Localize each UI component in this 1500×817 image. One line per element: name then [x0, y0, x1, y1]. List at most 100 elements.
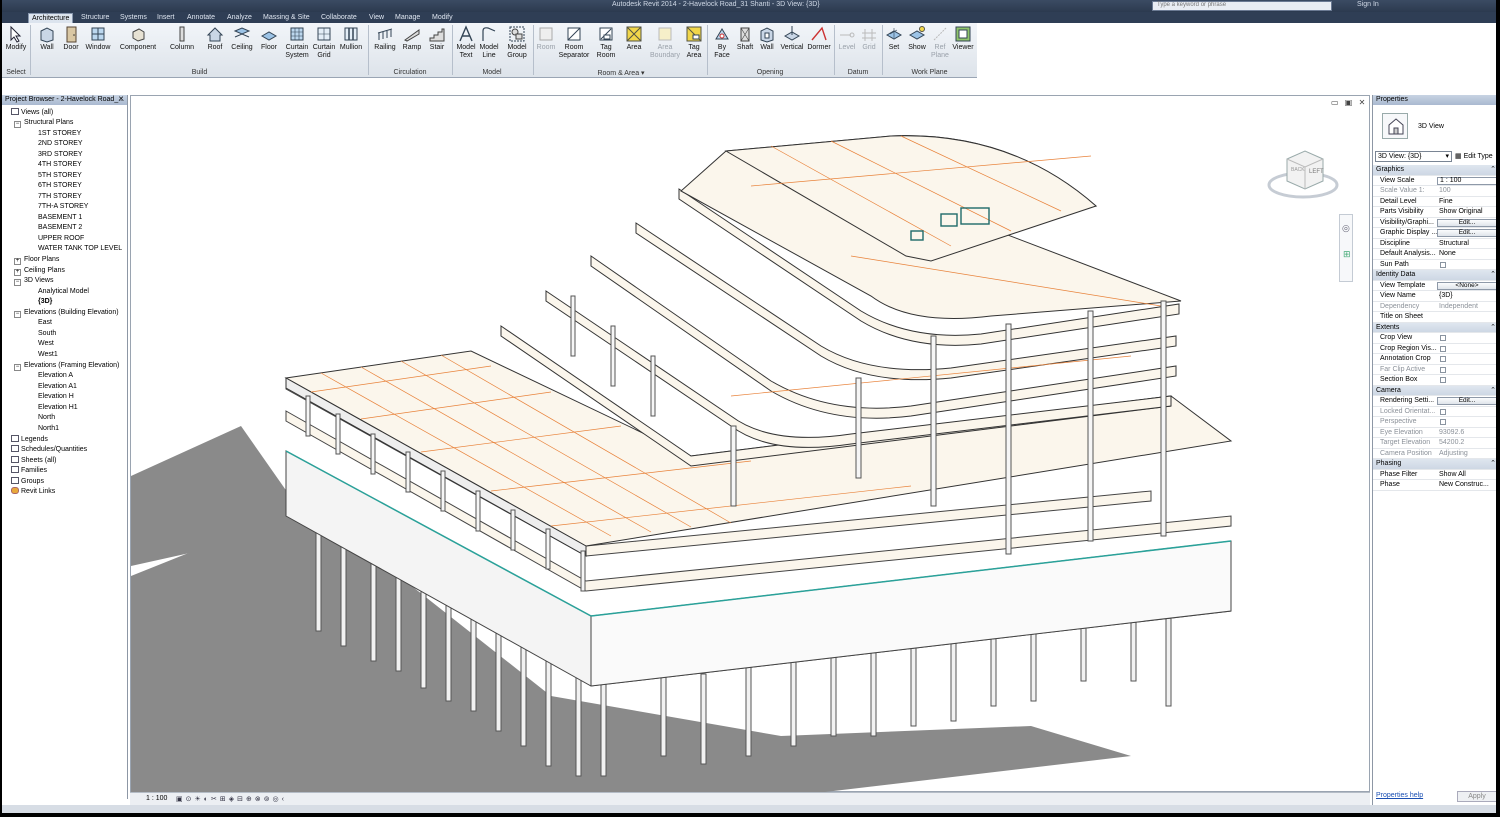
- type-selector-preview[interactable]: 3D View: [1376, 109, 1496, 143]
- tab-analyze[interactable]: Analyze: [224, 13, 255, 23]
- model-group-button[interactable]: Model Group: [503, 25, 531, 60]
- property-input[interactable]: 1 : 100: [1437, 176, 1496, 185]
- collapse-icon[interactable]: ⌃: [1490, 459, 1496, 469]
- tree-item-3rd-storey[interactable]: 3RD STOREY: [38, 150, 83, 160]
- instance-selector-dropdown[interactable]: 3D View: {3D} ▾: [1375, 151, 1452, 162]
- property-value[interactable]: New Construc...: [1439, 480, 1489, 490]
- steering-wheel-icon[interactable]: ◎: [1342, 223, 1350, 234]
- tab-architecture[interactable]: Architecture: [28, 13, 74, 23]
- tree-item-analytical-model[interactable]: Analytical Model: [38, 287, 89, 297]
- level-button[interactable]: Level: [837, 25, 857, 52]
- properties-help-link[interactable]: Properties help: [1376, 792, 1423, 799]
- viewer-button[interactable]: Viewer: [952, 25, 974, 52]
- tree-groups[interactable]: Groups: [11, 476, 44, 487]
- tree-item-elevation-a1[interactable]: Elevation A1: [38, 382, 77, 392]
- tree-item-1st-storey[interactable]: 1ST STOREY: [38, 129, 81, 139]
- door-button[interactable]: Door: [60, 25, 82, 52]
- tab-view[interactable]: View: [366, 13, 387, 23]
- dormer-button[interactable]: Dormer: [806, 25, 832, 52]
- work-plane-panel-label[interactable]: Work Plane: [882, 69, 977, 76]
- room-separator-button[interactable]: Room Separator: [558, 25, 590, 60]
- view-window-controls[interactable]: ▭ ▣ ✕: [1331, 98, 1367, 107]
- wall-opening-button[interactable]: Wall: [756, 25, 778, 52]
- collapse-icon[interactable]: −: [14, 121, 21, 128]
- collapse-icon[interactable]: −: [14, 310, 21, 318]
- show-workplane-button[interactable]: Show: [906, 25, 928, 52]
- mullion-button[interactable]: Mullion: [337, 25, 365, 52]
- collapse-icon[interactable]: ⌃: [1490, 165, 1496, 175]
- floor-button[interactable]: Floor: [257, 25, 281, 52]
- tree-item-basement-1[interactable]: BASEMENT 1: [38, 213, 82, 223]
- edit-type-button[interactable]: ▦ Edit Type: [1455, 151, 1493, 162]
- tree-item-west[interactable]: West: [38, 339, 54, 349]
- shaft-button[interactable]: Shaft: [734, 25, 756, 52]
- tree-elevations-building[interactable]: − Elevations (Building Elevation): [14, 308, 119, 318]
- by-face-button[interactable]: By Face: [711, 25, 733, 60]
- room-button[interactable]: Room: [535, 25, 557, 52]
- select-panel-label[interactable]: Select: [4, 69, 28, 76]
- tree-item-7th-storey[interactable]: 7TH STOREY: [38, 192, 82, 202]
- tree-item-elevation-a[interactable]: Elevation A: [38, 371, 73, 381]
- view-control-icons[interactable]: ▣⊙☀◐✂⊞◈⊟⊕⊗⊚◎‹: [176, 795, 287, 803]
- close-icon[interactable]: ✕: [118, 95, 124, 105]
- property-checkbox[interactable]: [1440, 261, 1446, 268]
- tree-item-north1[interactable]: North1: [38, 424, 59, 434]
- property-section-identity[interactable]: Identity Data ⌃: [1373, 270, 1496, 281]
- property-value[interactable]: Fine: [1439, 197, 1453, 207]
- tree-ceiling-plans[interactable]: + Ceiling Plans: [14, 266, 65, 276]
- wall-button[interactable]: Wall: [35, 25, 59, 52]
- column-button[interactable]: Column: [166, 25, 198, 52]
- property-checkbox[interactable]: [1440, 408, 1446, 415]
- tree-item-7th-a-storey[interactable]: 7TH-A STOREY: [38, 202, 88, 212]
- tree-schedules[interactable]: Schedules/Quantities: [11, 445, 87, 455]
- tree-item-elevation-h[interactable]: Elevation H: [38, 392, 74, 402]
- tree-structural-plans[interactable]: − Structural Plans: [14, 118, 73, 128]
- property-checkbox[interactable]: [1440, 345, 1446, 352]
- tag-area-button[interactable]: Tag Area: [683, 25, 705, 60]
- area-boundary-button[interactable]: Area Boundary: [650, 25, 680, 60]
- model-panel-label[interactable]: Model: [452, 69, 532, 76]
- sign-in-button[interactable]: Sign In: [1357, 1, 1379, 8]
- circulation-panel-label[interactable]: Circulation: [368, 69, 452, 76]
- model-line-button[interactable]: Model Line: [478, 25, 500, 60]
- tree-families[interactable]: Families: [11, 466, 47, 476]
- property-edit-button[interactable]: Edit...: [1437, 229, 1496, 237]
- curtain-system-button[interactable]: Curtain System: [283, 25, 311, 60]
- property-checkbox[interactable]: [1440, 377, 1446, 383]
- opening-panel-label[interactable]: Opening: [707, 69, 833, 76]
- property-edit-button[interactable]: Edit...: [1437, 397, 1496, 405]
- tree-item-north[interactable]: North: [38, 413, 55, 423]
- 3d-view-canvas[interactable]: LEFT BACK ◎ ⊞ ▭ ▣ ✕: [130, 95, 1370, 796]
- tree-item-south[interactable]: South: [38, 329, 56, 339]
- tree-item-5th-storey[interactable]: 5TH STOREY: [38, 171, 82, 181]
- tab-collaborate[interactable]: Collaborate: [318, 13, 360, 23]
- collapse-icon[interactable]: ⌃: [1490, 323, 1496, 333]
- expand-icon[interactable]: +: [14, 258, 21, 265]
- area-button[interactable]: Area: [623, 25, 645, 52]
- expand-icon[interactable]: +: [14, 268, 21, 276]
- collapse-icon[interactable]: −: [14, 363, 21, 371]
- railing-button[interactable]: Railing: [372, 25, 398, 52]
- set-workplane-button[interactable]: Set: [884, 25, 904, 52]
- ceiling-button[interactable]: Ceiling: [228, 25, 256, 52]
- property-value[interactable]: Show All: [1439, 470, 1466, 480]
- tree-3d-views[interactable]: −3D Views: [14, 276, 53, 286]
- collapse-icon[interactable]: ⌃: [1490, 386, 1496, 396]
- property-value[interactable]: Show Original: [1439, 207, 1483, 217]
- property-section-graphics[interactable]: Graphics ⌃: [1373, 165, 1496, 176]
- property-value[interactable]: Adjusting: [1439, 449, 1468, 459]
- navigation-bar[interactable]: ◎ ⊞: [1339, 214, 1353, 282]
- window-button[interactable]: Window: [84, 25, 112, 52]
- property-checkbox[interactable]: [1440, 366, 1446, 373]
- tree-item-4th-storey[interactable]: 4TH STOREY: [38, 160, 82, 170]
- collapse-icon[interactable]: −: [14, 279, 21, 286]
- property-section-phasing[interactable]: Phasing ⌃: [1373, 459, 1496, 470]
- property-checkbox[interactable]: [1440, 356, 1446, 362]
- ref-plane-button[interactable]: Ref Plane: [929, 25, 951, 60]
- model-text-button[interactable]: Model Text: [455, 25, 477, 60]
- tab-manage[interactable]: Manage: [392, 13, 423, 23]
- curtain-grid-button[interactable]: Curtain Grid: [311, 25, 337, 60]
- tab-massing-site[interactable]: Massing & Site: [260, 13, 313, 23]
- stair-button[interactable]: Stair: [425, 25, 449, 52]
- help-search-input[interactable]: Type a keyword or phrase: [1152, 1, 1332, 11]
